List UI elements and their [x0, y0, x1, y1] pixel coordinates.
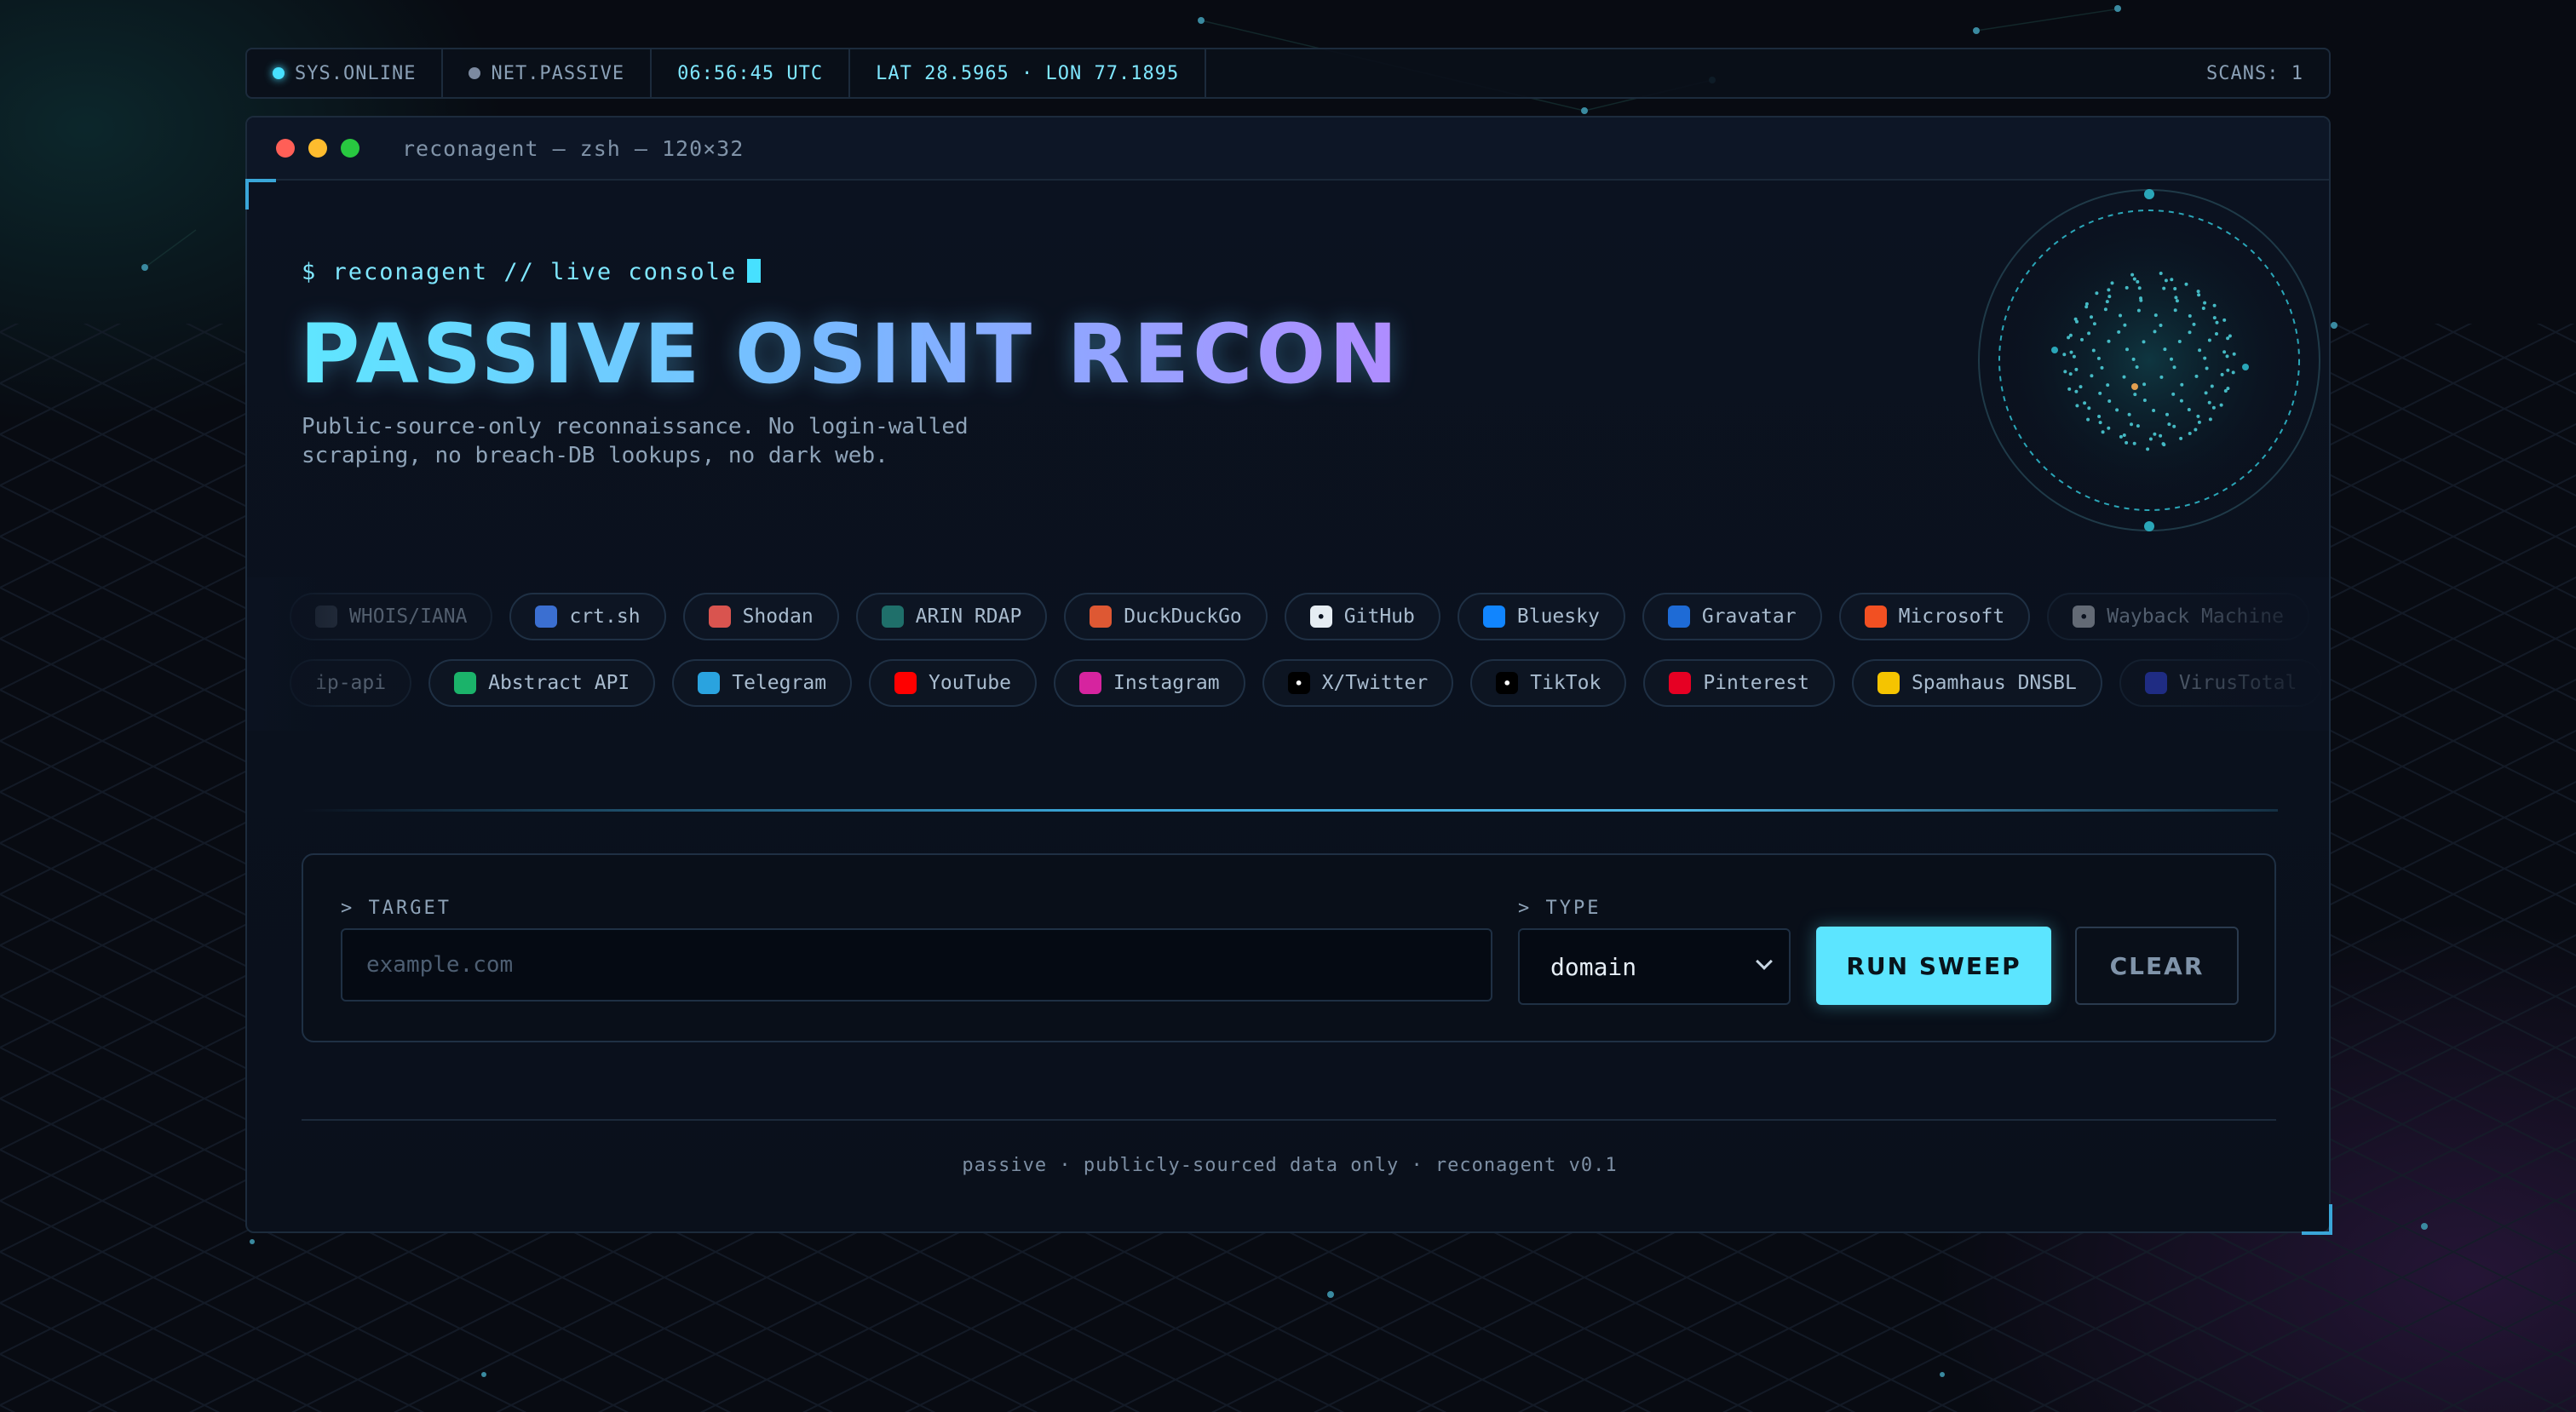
source-chip-label: GitHub — [1343, 606, 1415, 628]
source-chip-label: Bluesky — [1516, 606, 1600, 628]
clock: 06:56:45 UTC — [652, 49, 851, 97]
sources-row-1: WHOIS/IANA crt.sh Shodan ARIN RDAP DuckDuckG… — [290, 593, 2309, 640]
source-chip[interactable]: • Wayback Machine — [2047, 593, 2309, 640]
source-chip[interactable]: Bluesky — [1457, 593, 1625, 640]
console-prompt-text: $ reconagent // live console — [302, 259, 738, 285]
source-chip[interactable]: Gravatar — [1642, 593, 1822, 640]
source-chip-label: VirusTotal — [2178, 672, 2297, 694]
source-chip-label: ip-api — [315, 672, 387, 694]
sweep-form: > TARGET > TYPE domain RUN SWEEP CLEAR — [302, 853, 2276, 1042]
source-chip[interactable]: Spamhaus DNSBL — [1851, 659, 2102, 707]
source-chip[interactable]: YouTube — [869, 659, 1037, 707]
corner-bracket-bottom-right — [2302, 1204, 2332, 1235]
abstract-icon — [454, 672, 477, 694]
bluesky-icon — [1482, 606, 1505, 628]
source-chip[interactable]: DuckDuckGo — [1064, 593, 1268, 640]
source-chip-label: Microsoft — [1898, 606, 2005, 628]
source-chip-label: YouTube — [929, 672, 1011, 694]
telegram-icon — [698, 672, 721, 694]
sys-status: SYS.ONLINE — [247, 49, 444, 97]
scan-divider — [302, 809, 2278, 812]
gravatar-icon — [1667, 606, 1690, 628]
footer-divider — [302, 1119, 2276, 1121]
type-label: > TYPE — [1518, 898, 1601, 919]
footer-text: passive · publicly-sourced data only · r… — [962, 1155, 1618, 1176]
source-chip-label: Telegram — [732, 672, 827, 694]
cursor-icon — [747, 259, 762, 283]
console-prompt: $ reconagent // live console — [302, 259, 762, 285]
source-chip-label: Abstract API — [488, 672, 630, 694]
chevron-down-icon — [1756, 953, 1773, 970]
duckduckgo-icon — [1090, 606, 1113, 628]
youtube-icon — [894, 672, 917, 694]
source-chip[interactable]: Telegram — [672, 659, 853, 707]
run-sweep-button[interactable]: RUN SWEEP — [1816, 927, 2051, 1005]
close-window-button[interactable] — [276, 139, 295, 158]
github-icon: • — [1309, 606, 1332, 628]
source-chip-label: DuckDuckGo — [1124, 606, 1242, 628]
source-chip[interactable]: ARIN RDAP — [855, 593, 1048, 640]
cert-icon — [535, 606, 558, 628]
source-chip-label: Pinterest — [1703, 672, 1809, 694]
globe-icon — [315, 606, 337, 628]
x-icon: • — [1287, 672, 1310, 694]
virustotal-icon — [2144, 672, 2167, 694]
instagram-icon — [1078, 672, 1101, 694]
source-chip-label: ARIN RDAP — [915, 606, 1022, 628]
arin-icon — [881, 606, 904, 628]
net-status-label: NET.PASSIVE — [491, 62, 625, 84]
scan-counter: SCANS: 1 — [2206, 62, 2303, 84]
source-chip[interactable]: Shodan — [682, 593, 839, 640]
source-chip[interactable]: Pinterest — [1643, 659, 1835, 707]
page-title: PASSIVE OSINT RECON — [300, 307, 1401, 402]
source-chip[interactable]: Instagram — [1053, 659, 1245, 707]
source-chip[interactable]: • TikTok — [1470, 659, 1627, 707]
passive-dot-icon — [469, 67, 481, 79]
shodan-icon — [708, 606, 731, 628]
source-chip-label: Shodan — [742, 606, 814, 628]
type-select[interactable]: domain — [1518, 928, 1791, 1005]
minimize-window-button[interactable] — [308, 139, 327, 158]
source-chip[interactable]: WHOIS/IANA — [290, 593, 493, 640]
terminal-window: reconagent — zsh — 120×32 $ reconagent /… — [245, 116, 2331, 1233]
online-dot-icon — [273, 67, 285, 79]
source-chip-label: Wayback Machine — [2107, 606, 2284, 628]
page-subtitle: Public-source-only reconnaissance. No lo… — [302, 414, 969, 468]
source-chip-label: Instagram — [1113, 672, 1220, 694]
source-chip-label: TikTok — [1530, 672, 1601, 694]
source-chip[interactable]: Abstract API — [428, 659, 656, 707]
source-chip[interactable]: ip-api — [290, 659, 412, 707]
sys-status-label: SYS.ONLINE — [295, 62, 417, 84]
net-status: NET.PASSIVE — [443, 49, 653, 97]
source-chip-label: Spamhaus DNSBL — [1911, 672, 2077, 694]
status-bar: SYS.ONLINE NET.PASSIVE 06:56:45 UTC LAT … — [245, 48, 2331, 99]
source-chip[interactable]: • X/Twitter — [1262, 659, 1454, 707]
sources-row-2: ip-api Abstract API Telegram YouTube Instagr… — [290, 659, 2323, 707]
window-title: reconagent — zsh — 120×32 — [402, 135, 745, 161]
tiktok-icon: • — [1496, 672, 1519, 694]
target-input[interactable] — [341, 928, 1492, 1002]
source-chip[interactable]: VirusTotal — [2119, 659, 2323, 707]
type-select-value: domain — [1550, 952, 1637, 981]
clear-button[interactable]: CLEAR — [2075, 927, 2239, 1005]
target-label: > TARGET — [341, 898, 451, 919]
archive-icon: • — [2073, 606, 2096, 628]
microsoft-icon — [1864, 606, 1887, 628]
source-chip-label: crt.sh — [569, 606, 641, 628]
pinterest-icon — [1669, 672, 1692, 694]
corner-bracket-top-left — [245, 179, 276, 210]
source-chip-label: X/Twitter — [1321, 672, 1429, 694]
coordinates: LAT 28.5965 · LON 77.1895 — [850, 49, 1207, 97]
source-chip[interactable]: crt.sh — [509, 593, 666, 640]
spamhaus-icon — [1877, 672, 1900, 694]
source-chip-label: Gravatar — [1701, 606, 1797, 628]
window-titlebar: reconagent — zsh — 120×32 — [247, 118, 2329, 181]
source-chip-label: WHOIS/IANA — [349, 606, 468, 628]
maximize-window-button[interactable] — [341, 139, 359, 158]
globe-icon — [1978, 189, 2320, 531]
source-chip[interactable]: Microsoft — [1838, 593, 2031, 640]
source-chip[interactable]: • GitHub — [1284, 593, 1440, 640]
